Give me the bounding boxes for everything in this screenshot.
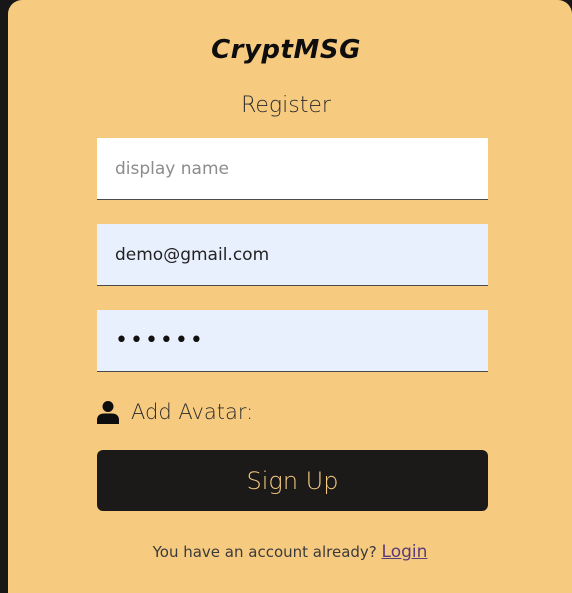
login-link[interactable]: Login (382, 542, 428, 562)
page-title: Register (241, 93, 331, 118)
login-prompt-text: You have an account already? (152, 543, 382, 561)
user-icon (97, 400, 119, 424)
app-logo: CryptMSG (211, 35, 361, 65)
password-input[interactable] (97, 310, 488, 372)
add-avatar-label: Add Avatar: (131, 400, 254, 424)
register-card: CryptMSG Register Add Avatar: Sign Up Yo… (8, 0, 572, 593)
display-name-input[interactable] (97, 138, 488, 200)
login-prompt: You have an account already? Login (8, 542, 572, 562)
email-input[interactable] (97, 224, 488, 286)
sign-up-button[interactable]: Sign Up (97, 450, 488, 511)
add-avatar-button[interactable]: Add Avatar: (97, 397, 253, 427)
